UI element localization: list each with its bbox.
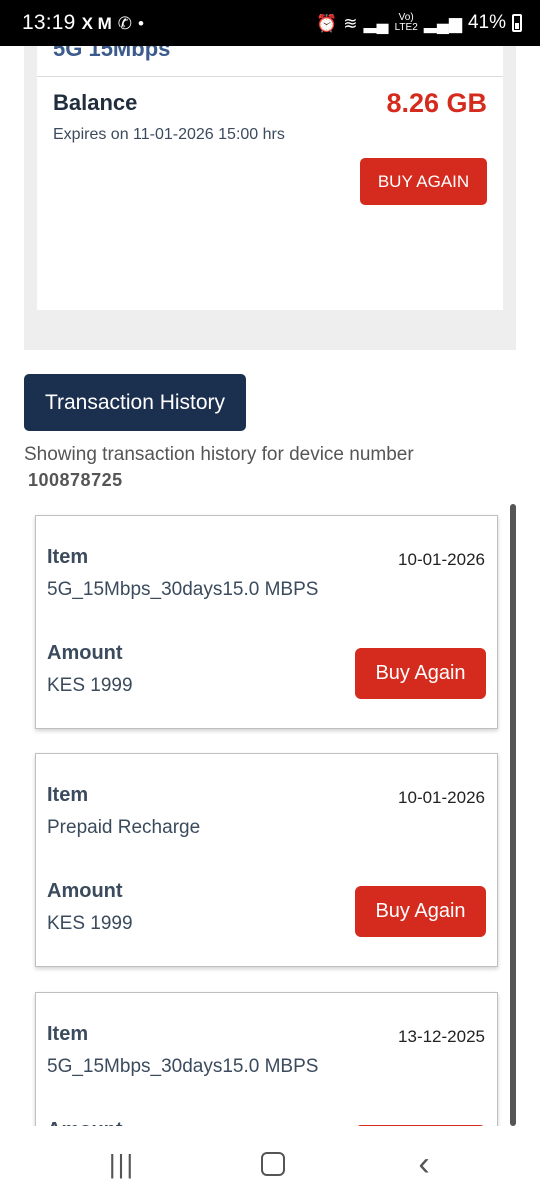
navigation-bar: ||| ‹	[0, 1126, 540, 1200]
item-value: Prepaid Recharge	[47, 817, 201, 838]
buy-again-button[interactable]: BUY AGAIN	[360, 158, 487, 205]
plan-card: 5G 15Mbps Balance 8.26 GB Expires on 11-…	[37, 46, 503, 310]
item-label: Item	[47, 546, 89, 568]
back-icon[interactable]: ‹	[394, 1144, 454, 1184]
alarm-icon: ⏰	[316, 13, 338, 33]
transaction-history-tab[interactable]: Transaction History	[24, 374, 246, 431]
plan-divider	[37, 76, 503, 77]
amount-label: Amount	[47, 1119, 123, 1126]
notification-icons: X M	[81, 13, 112, 33]
item-label: Item	[47, 1023, 89, 1045]
signal-icon-1: ▂▄	[363, 13, 389, 33]
transaction-date: 13-12-2025	[398, 1027, 485, 1046]
buy-again-button[interactable]: Buy Again	[355, 886, 486, 937]
balance-label: Balance	[53, 90, 138, 115]
item-label: Item	[47, 784, 89, 806]
expiry-text: Expires on 11-01-2026 15:00 hrs	[53, 126, 285, 143]
transaction-card: Item 10-01-2026 5G_15Mbps_30days15.0 MBP…	[35, 515, 498, 729]
whatsapp-icon: ✆	[117, 13, 133, 33]
wifi-icon: ≋	[343, 13, 358, 33]
home-icon[interactable]	[243, 1144, 303, 1184]
battery-icon	[512, 14, 522, 32]
volte-badge: Vo) LTE2	[395, 13, 418, 33]
transaction-card: Item 13-12-2025 5G_15Mbps_30days15.0 MBP…	[35, 992, 498, 1126]
notification-dot: •	[138, 13, 144, 33]
transaction-intro-text: Showing transaction history for device n…	[24, 444, 414, 465]
scrollbar[interactable]	[510, 504, 516, 1126]
balance-value: 8.26 GB	[386, 88, 487, 118]
status-bar: 13:19 X M ✆ • ⏰ ≋ ▂▄ Vo) LTE2 ▂▄▆ 41%	[0, 0, 540, 46]
amount-label: Amount	[47, 880, 123, 902]
battery-percent: 41%	[467, 12, 506, 33]
transaction-date: 10-01-2026	[398, 550, 485, 569]
home-square	[261, 1152, 285, 1176]
transaction-list[interactable]: Item 10-01-2026 5G_15Mbps_30days15.0 MBP…	[0, 500, 540, 1126]
amount-value: KES 1999	[47, 913, 133, 934]
signal-icon-2: ▂▄▆	[423, 13, 462, 33]
item-value: 5G_15Mbps_30days15.0 MBPS	[47, 1056, 319, 1077]
device-number: 100878725	[28, 470, 123, 490]
plan-panel: 5G 15Mbps Balance 8.26 GB Expires on 11-…	[24, 46, 516, 350]
status-time: 13:19	[22, 11, 76, 34]
buy-again-button[interactable]: Buy Again	[355, 648, 486, 699]
recent-apps-icon[interactable]: |||	[92, 1144, 152, 1184]
item-value: 5G_15Mbps_30days15.0 MBPS	[47, 579, 319, 600]
amount-value: KES 1999	[47, 675, 133, 696]
transaction-date: 10-01-2026	[398, 788, 485, 807]
transaction-card: Item 10-01-2026 Prepaid Recharge Amount …	[35, 753, 498, 967]
lte-label: LTE2	[394, 22, 418, 33]
amount-label: Amount	[47, 642, 123, 664]
